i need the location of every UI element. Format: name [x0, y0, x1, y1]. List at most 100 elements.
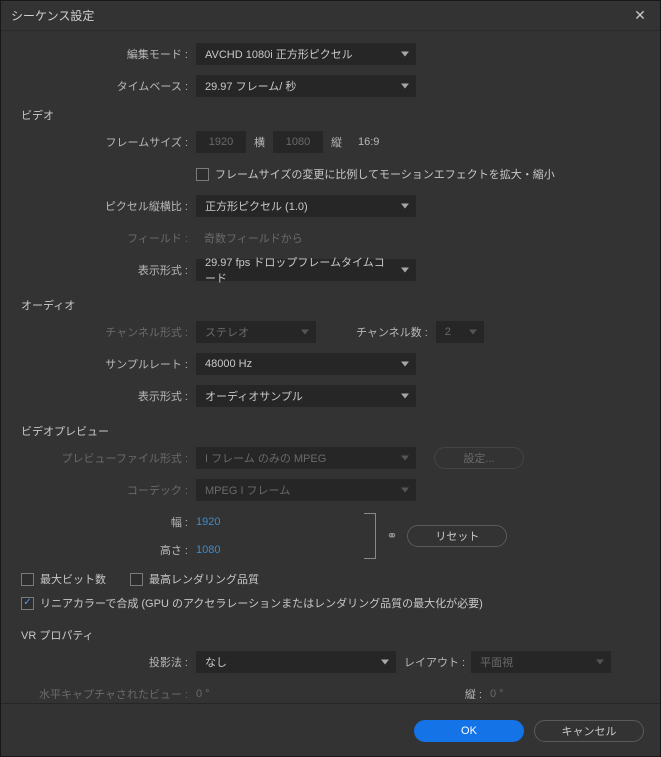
chevron-down-icon: [381, 660, 389, 665]
label-edit-mode: 編集モード :: [21, 46, 196, 62]
chevron-down-icon: [401, 394, 409, 399]
cancel-button[interactable]: キャンセル: [534, 720, 644, 742]
value-prev-width[interactable]: 1920: [196, 516, 220, 528]
label-field: フィールド :: [21, 230, 196, 246]
row-checkboxes: 最大ビット数 最高レンダリング品質: [21, 571, 640, 587]
row-linear-color: リニアカラーで合成 (GPU のアクセラレーションまたはレンダリング品質の最大化…: [21, 595, 640, 611]
chevron-down-icon: [401, 84, 409, 89]
row-vr-projection: 投影法 : なし レイアウト : 平面視: [21, 651, 640, 673]
row-channel-format: チャンネル形式 : ステレオ チャンネル数 : 2: [21, 321, 640, 343]
configure-button: 設定...: [434, 447, 524, 469]
label-codec: コーデック :: [21, 482, 196, 498]
label-prev-width: 幅 :: [21, 514, 196, 530]
label-vert-capture: 縦 :: [465, 686, 490, 699]
section-preview: ビデオプレビュー: [21, 423, 640, 439]
label-timebase: タイムベース :: [21, 78, 196, 94]
select-par-value: 正方形ピクセル (1.0): [205, 198, 308, 214]
select-par[interactable]: 正方形ピクセル (1.0): [196, 195, 416, 217]
select-audio-display-value: オーディオサンプル: [205, 388, 303, 404]
chevron-down-icon: [401, 456, 409, 461]
label-video-display: 表示形式 :: [21, 262, 196, 278]
select-preview-format-value: I フレーム のみの MPEG: [205, 450, 326, 466]
label-projection: 投影法 :: [21, 654, 196, 670]
section-video: ビデオ: [21, 107, 640, 123]
select-video-display-value: 29.97 fps ドロップフレームタイムコード: [205, 254, 395, 286]
row-audio-display: 表示形式 : オーディオサンプル: [21, 385, 640, 407]
sequence-settings-dialog: シーケンス設定 ✕ 編集モード : AVCHD 1080i 正方形ピクセル タイ…: [0, 0, 661, 757]
label-prev-height: 高さ :: [21, 542, 196, 558]
chevron-down-icon: [401, 52, 409, 57]
checkbox-scale-motion[interactable]: [196, 168, 209, 181]
select-video-display[interactable]: 29.97 fps ドロップフレームタイムコード: [196, 259, 416, 281]
select-edit-mode-value: AVCHD 1080i 正方形ピクセル: [205, 46, 353, 62]
dialog-content: 編集モード : AVCHD 1080i 正方形ピクセル タイムベース : 29.…: [1, 31, 660, 699]
label-audio-display: 表示形式 :: [21, 388, 196, 404]
select-channel-format: ステレオ: [196, 321, 316, 343]
titlebar: シーケンス設定 ✕: [1, 1, 660, 31]
footer-divider: [1, 703, 660, 704]
row-edit-mode: 編集モード : AVCHD 1080i 正方形ピクセル: [21, 43, 640, 65]
label-scale-motion: フレームサイズの変更に比例してモーションエフェクトを拡大・縮小: [215, 166, 555, 182]
dialog-title: シーケンス設定: [11, 7, 630, 24]
label-sample-rate: サンプルレート :: [21, 356, 196, 372]
chevron-down-icon: [301, 330, 309, 335]
label-width-suffix: 横: [254, 134, 265, 150]
select-codec: MPEG I フレーム: [196, 479, 416, 501]
select-codec-value: MPEG I フレーム: [205, 482, 290, 498]
select-projection[interactable]: なし: [196, 651, 396, 673]
label-par: ピクセル縦横比 :: [21, 198, 196, 214]
input-frame-width[interactable]: [196, 131, 246, 153]
select-edit-mode[interactable]: AVCHD 1080i 正方形ピクセル: [196, 43, 416, 65]
label-frame-size: フレームサイズ :: [21, 134, 196, 150]
ok-button[interactable]: OK: [414, 720, 524, 742]
select-sample-rate[interactable]: 48000 Hz: [196, 353, 416, 375]
select-sample-rate-value: 48000 Hz: [205, 358, 252, 370]
label-preview-format: プレビューファイル形式 :: [21, 450, 196, 466]
value-prev-height[interactable]: 1080: [196, 544, 220, 556]
label-layout: レイアウト :: [404, 654, 465, 670]
input-frame-height[interactable]: [273, 131, 323, 153]
value-vert: 0 °: [490, 688, 640, 699]
value-horiz: 0 °: [196, 688, 210, 699]
close-icon[interactable]: ✕: [630, 6, 650, 26]
chevron-down-icon: [401, 488, 409, 493]
select-ch-count-value: 2: [445, 326, 451, 338]
link-icon[interactable]: ⚭: [386, 528, 397, 544]
label-height-suffix: 縦: [331, 134, 342, 150]
row-vr-capture: 水平キャプチャされたビュー : 0 ° 縦 : 0 °: [21, 683, 640, 699]
link-bracket-icon: [364, 513, 376, 559]
row-sample-rate: サンプルレート : 48000 Hz: [21, 353, 640, 375]
chevron-down-icon: [401, 362, 409, 367]
checkbox-max-bit-depth[interactable]: [21, 573, 34, 586]
label-max-bit-depth: 最大ビット数: [40, 571, 106, 587]
select-projection-value: なし: [205, 654, 227, 670]
row-codec: コーデック : MPEG I フレーム: [21, 479, 640, 501]
select-layout-value: 平面視: [480, 654, 513, 670]
row-scale-motion: フレームサイズの変更に比例してモーションエフェクトを拡大・縮小: [21, 163, 640, 185]
row-par: ピクセル縦横比 : 正方形ピクセル (1.0): [21, 195, 640, 217]
dialog-footer: OK キャンセル: [1, 706, 660, 756]
row-frame-size: フレームサイズ : 横 縦 16:9: [21, 131, 640, 153]
chevron-down-icon: [401, 268, 409, 273]
select-timebase[interactable]: 29.97 フレーム/ 秒: [196, 75, 416, 97]
select-field: 奇数フィールドから: [196, 227, 416, 249]
label-aspect: 16:9: [358, 136, 379, 148]
select-preview-format: I フレーム のみの MPEG: [196, 447, 416, 469]
section-audio: オーディオ: [21, 297, 640, 313]
reset-button[interactable]: リセット: [407, 525, 507, 547]
label-channel-format: チャンネル形式 :: [21, 324, 196, 340]
select-channel-count: 2: [436, 321, 484, 343]
chevron-down-icon: [401, 204, 409, 209]
select-field-value: 奇数フィールドから: [204, 230, 303, 246]
chevron-down-icon: [469, 330, 477, 335]
section-vr: VR プロパティ: [21, 627, 640, 643]
select-ch-format-value: ステレオ: [205, 324, 249, 340]
select-layout: 平面視: [471, 651, 611, 673]
select-audio-display[interactable]: オーディオサンプル: [196, 385, 416, 407]
checkbox-linear-color[interactable]: [21, 597, 34, 610]
row-timebase: タイムベース : 29.97 フレーム/ 秒: [21, 75, 640, 97]
checkbox-max-render-quality[interactable]: [130, 573, 143, 586]
label-channel-count: チャンネル数 :: [356, 324, 436, 340]
label-max-render-quality: 最高レンダリング品質: [149, 571, 259, 587]
row-preview-dims: 幅 : 1920 高さ : 1080 ⚭ リセット: [21, 511, 640, 561]
